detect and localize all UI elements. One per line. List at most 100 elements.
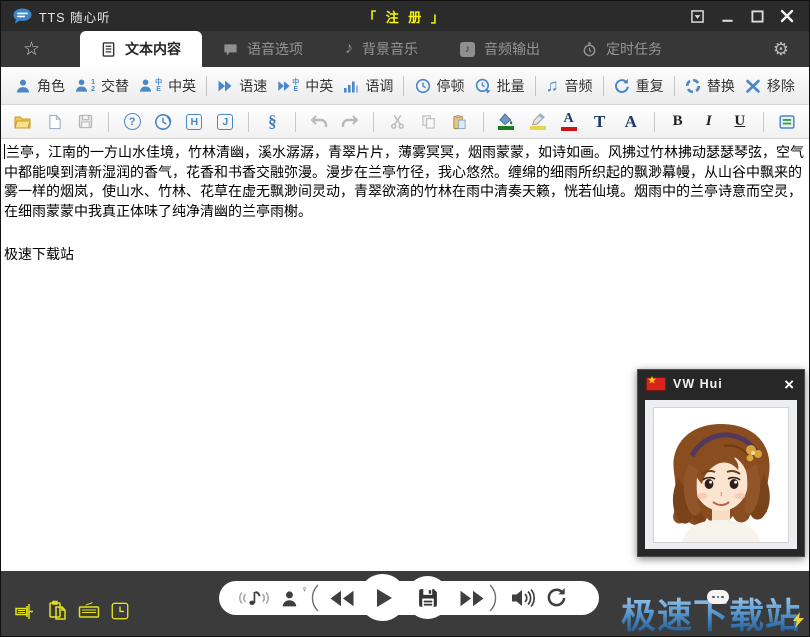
italic-button[interactable]: I xyxy=(697,109,721,135)
equalizer-bars-icon xyxy=(343,78,359,94)
tab-scheduled-tasks[interactable]: 定时任务 xyxy=(561,31,683,67)
alternate-button[interactable]: 12 交替 xyxy=(75,76,129,96)
voice-person-icon[interactable]: ♀ xyxy=(278,587,302,609)
toolbar-separator xyxy=(483,112,484,132)
highlight-pen-icon xyxy=(530,113,546,130)
section-button[interactable]: § xyxy=(260,109,284,135)
batch-button[interactable]: 批量 xyxy=(475,76,525,96)
speed-button[interactable]: 语速 xyxy=(217,76,267,96)
app-window: TTS 随心听 「 注 册 」 ☆ 文本内容 xyxy=(0,0,810,637)
new-document-button[interactable] xyxy=(42,109,66,135)
speed-cn-en-button[interactable]: 中E 中英 xyxy=(277,76,333,96)
role-cn-en-button[interactable]: 中E 中英 xyxy=(139,76,196,96)
toolbar-separator xyxy=(654,112,655,132)
editor-paragraph: 兰亭，江南的一方山水佳境，竹林清幽，溪水潺潺，青翠片片，薄雾冥冥，烟雨蒙蒙，如诗… xyxy=(4,143,806,221)
bold-button[interactable]: B xyxy=(666,109,690,135)
avatar-panel-title: VW Hui xyxy=(673,377,723,391)
audio-button[interactable]: ♫ 音频 xyxy=(546,76,593,96)
china-flag-icon: ★ xyxy=(647,378,665,390)
rewind-button[interactable] xyxy=(329,590,355,607)
tab-audio-output[interactable]: ♪ 音频输出 xyxy=(439,31,561,67)
paste-button[interactable] xyxy=(447,109,471,135)
role-button[interactable]: 角色 xyxy=(15,76,65,96)
settings-gear-icon[interactable]: ⚙ xyxy=(773,31,789,67)
avatar-image xyxy=(653,407,789,543)
pause-button[interactable]: 停顿 xyxy=(415,76,465,96)
editor-watermark-line: 极速下载站 xyxy=(4,245,806,265)
avatar-panel: ★ VW Hui × xyxy=(637,369,805,557)
tab-label: 语音选项 xyxy=(247,39,303,59)
underline-button[interactable]: U xyxy=(728,109,752,135)
save-button[interactable] xyxy=(73,109,97,135)
copy-button[interactable] xyxy=(416,109,440,135)
tone-button[interactable]: 语调 xyxy=(343,76,393,96)
tab-voice-options[interactable]: 语音选项 xyxy=(202,31,324,67)
document-icon xyxy=(101,42,116,57)
tab-text-content[interactable]: 文本内容 xyxy=(80,31,202,67)
maximize-button[interactable] xyxy=(749,8,765,24)
highlight-button[interactable] xyxy=(525,109,549,135)
j-tag-button[interactable]: J xyxy=(213,109,237,135)
replace-button[interactable]: 替换 xyxy=(685,76,735,96)
fast-forward-button[interactable] xyxy=(459,590,485,607)
refresh-icon xyxy=(614,78,630,94)
clipboard-copy-icon[interactable] xyxy=(46,599,70,623)
record-save-button[interactable] xyxy=(406,576,449,619)
undo-button[interactable] xyxy=(307,109,331,135)
register-link[interactable]: 「 注 册 」 xyxy=(363,7,447,26)
toolbar-separator xyxy=(248,112,249,132)
app-title: TTS 随心听 xyxy=(39,7,111,26)
redo-button[interactable] xyxy=(338,109,362,135)
remove-button[interactable]: 移除 xyxy=(745,76,795,96)
tab-label: 背景音乐 xyxy=(362,39,418,59)
tab-background-music[interactable]: ♪ 背景音乐 xyxy=(324,31,439,67)
app-logo-icon xyxy=(13,8,32,24)
toolbar-separator xyxy=(674,76,675,96)
announce-icon[interactable] xyxy=(13,599,37,623)
toolbar-separator xyxy=(373,112,374,132)
clock-batch-icon xyxy=(475,78,491,94)
cut-button[interactable] xyxy=(385,109,409,135)
audio-note-icon: ♫ xyxy=(546,77,559,94)
repeat-playback-button[interactable] xyxy=(546,587,567,608)
font-style-button[interactable]: A xyxy=(619,109,643,135)
toolbar-separator xyxy=(403,76,404,96)
favorites-star-icon[interactable]: ☆ xyxy=(23,31,40,67)
fast-forward-cn-en-icon: 中E xyxy=(277,79,299,93)
clock-tool-icon[interactable] xyxy=(108,599,132,623)
h-tag-button[interactable]: H xyxy=(182,109,206,135)
toolbar-separator xyxy=(206,76,207,96)
tab-label: 音频输出 xyxy=(484,39,540,59)
font-size-button[interactable]: T xyxy=(588,109,612,135)
avatar-panel-titlebar[interactable]: ★ VW Hui × xyxy=(638,370,804,398)
watermark-bolt-icon xyxy=(793,597,805,637)
toolbar-separator xyxy=(108,112,109,132)
fill-color-button[interactable] xyxy=(494,109,518,135)
clock-icon xyxy=(415,78,431,94)
toolbar-separator xyxy=(295,112,296,132)
list-view-button[interactable] xyxy=(775,109,799,135)
font-color-button[interactable]: A xyxy=(557,109,581,135)
avatar-close-button[interactable]: × xyxy=(784,376,795,393)
edit-toolbar: ? H J § xyxy=(1,105,809,139)
female-mark: ♀ xyxy=(301,584,308,594)
music-note-icon: ♪ xyxy=(345,41,353,57)
music-with-waves-icon[interactable] xyxy=(238,588,270,608)
replace-target-icon xyxy=(685,78,701,94)
toolbar-separator xyxy=(763,112,764,132)
help-button[interactable]: ? xyxy=(120,109,144,135)
history-button[interactable] xyxy=(151,109,175,135)
repeat-button[interactable]: 重复 xyxy=(614,76,664,96)
avatar-panel-body xyxy=(645,400,797,549)
open-file-button[interactable] xyxy=(11,109,35,135)
play-button[interactable] xyxy=(359,574,406,621)
keyboard-icon[interactable] xyxy=(77,599,101,623)
stopwatch-icon xyxy=(582,42,597,57)
person-cn-en-icon: 中E xyxy=(139,78,162,93)
close-button[interactable] xyxy=(779,8,795,24)
rollup-button[interactable] xyxy=(689,8,705,24)
volume-button[interactable] xyxy=(511,588,535,608)
remove-x-icon xyxy=(745,78,761,94)
minimize-button[interactable] xyxy=(719,8,735,24)
watermark-bubble-icon xyxy=(707,590,729,604)
